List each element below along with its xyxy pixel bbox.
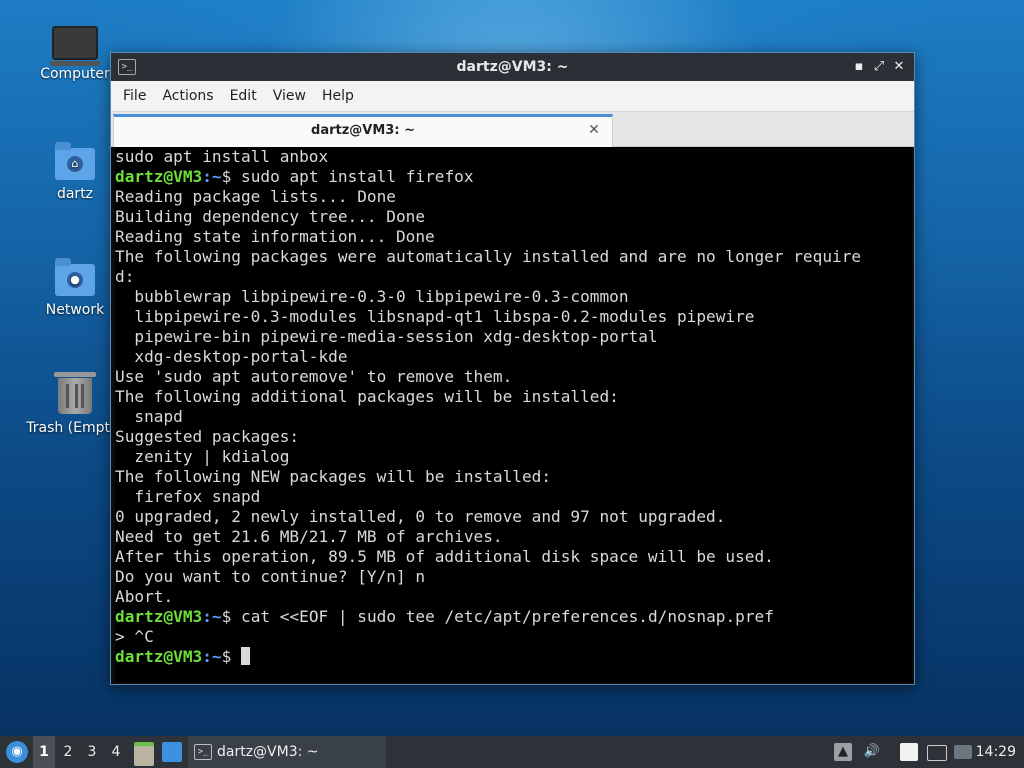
close-button[interactable]: ✕ [890, 58, 908, 76]
terminal-line-text: > ^C [115, 627, 154, 646]
menu-actions[interactable]: Actions [154, 88, 221, 104]
terminal-line-text: Suggested packages: [115, 427, 300, 446]
menu-view[interactable]: View [265, 88, 314, 104]
terminal-line: > ^C [115, 627, 912, 647]
clipboard-icon[interactable] [900, 743, 918, 761]
file-manager-launcher-icon[interactable] [134, 742, 154, 766]
start-menu-icon[interactable]: ◉ [6, 741, 28, 763]
terminal-output[interactable]: sudo apt install anbox dartz@VM3:~$ sudo … [115, 147, 912, 682]
terminal-line: d: [115, 267, 912, 287]
menu-bar: File Actions Edit View Help [111, 81, 914, 112]
workspace-2[interactable]: 2 [57, 736, 79, 768]
workspace-4[interactable]: 4 [105, 736, 127, 768]
terminal-line: Reading state information... Done [115, 227, 912, 247]
terminal-line-text: The following additional packages will b… [115, 387, 619, 406]
terminal-line: Do you want to continue? [Y/n] n [115, 567, 912, 587]
window-title: dartz@VM3: ~ [456, 59, 569, 75]
terminal-line-text: sudo apt install firefox [241, 167, 474, 186]
taskbar-task-label: dartz@VM3: ~ [217, 744, 319, 760]
clock[interactable]: 14:29 [976, 736, 1016, 768]
prompt-symbol: $ [221, 607, 241, 626]
terminal-line: After this operation, 89.5 MB of additio… [115, 547, 912, 567]
workspace-1[interactable]: 1 [33, 736, 55, 768]
terminal-task-icon: >_ [194, 744, 212, 760]
terminal-prompt-line: dartz@VM3:~$ sudo apt install firefox [115, 167, 912, 187]
computer-icon [50, 26, 100, 66]
keyboard-icon[interactable] [927, 745, 947, 761]
terminal-line: Suggested packages: [115, 427, 912, 447]
show-desktop-icon[interactable] [162, 742, 182, 762]
terminal-line-text: Need to get 21.6 MB/21.7 MB of archives. [115, 527, 503, 546]
maximize-button[interactable]: ⤢ [870, 58, 888, 76]
prompt-symbol: $ [221, 647, 241, 666]
terminal-line-text: libpipewire-0.3-modules libsnapd-qt1 lib… [115, 307, 755, 326]
terminal-line: snapd [115, 407, 912, 427]
terminal-window: >_ dartz@VM3: ~ ▪ ⤢ ✕ File Actions Edit … [110, 52, 915, 685]
terminal-line: libpipewire-0.3-modules libsnapd-qt1 lib… [115, 307, 912, 327]
tab-label: dartz@VM3: ~ [311, 123, 415, 138]
prompt-path: :~ [202, 607, 222, 626]
terminal-line-text: Reading state information... Done [115, 227, 435, 246]
terminal-prompt-line: dartz@VM3:~$ [115, 647, 912, 667]
terminal-line: 0 upgraded, 2 newly installed, 0 to remo… [115, 507, 912, 527]
terminal-line-text: firefox snapd [115, 487, 261, 506]
terminal-line-text: d: [115, 267, 135, 286]
terminal-line-text: snapd [115, 407, 183, 426]
terminal-line-text: Building dependency tree... Done [115, 207, 426, 226]
terminal-line: xdg-desktop-portal-kde [115, 347, 912, 367]
terminal-line-text: zenity | kdialog [115, 447, 290, 466]
terminal-line: pipewire-bin pipewire-media-session xdg-… [115, 327, 912, 347]
menu-file[interactable]: File [115, 88, 154, 104]
terminal-line-text: sudo apt install anbox [115, 147, 329, 166]
terminal-line-text: pipewire-bin pipewire-media-session xdg-… [115, 327, 658, 346]
prompt-user: dartz@VM3 [115, 647, 203, 666]
home-folder-icon: ⌂ [55, 142, 95, 180]
tab-bar: dartz@VM3: ~ ✕ [111, 112, 914, 147]
terminal-line-text: 0 upgraded, 2 newly installed, 0 to remo… [115, 507, 726, 526]
menu-help[interactable]: Help [314, 88, 362, 104]
text-cursor [241, 647, 250, 665]
terminal-line: Reading package lists... Done [115, 187, 912, 207]
terminal-line-text: cat <<EOF | sudo tee /etc/apt/preference… [241, 607, 774, 626]
trash-icon [54, 372, 96, 414]
terminal-line: The following NEW packages will be insta… [115, 467, 912, 487]
prompt-user: dartz@VM3 [115, 607, 203, 626]
terminal-line-text: Do you want to continue? [Y/n] n [115, 567, 426, 586]
update-notifier-icon[interactable]: ▲ [834, 743, 852, 761]
terminal-line: firefox snapd [115, 487, 912, 507]
terminal-line: The following packages were automaticall… [115, 247, 912, 267]
prompt-user: dartz@VM3 [115, 167, 203, 186]
tab-close-icon[interactable]: ✕ [586, 122, 602, 138]
network-folder-icon: ● [55, 258, 95, 296]
terminal-line: sudo apt install anbox [115, 147, 912, 167]
menu-edit[interactable]: Edit [222, 88, 265, 104]
workspace-3[interactable]: 3 [81, 736, 103, 768]
terminal-prompt-line: dartz@VM3:~$ cat <<EOF | sudo tee /etc/a… [115, 607, 912, 627]
terminal-line: The following additional packages will b… [115, 387, 912, 407]
network-status-icon[interactable] [954, 745, 972, 759]
terminal-line: Use 'sudo apt autoremove' to remove them… [115, 367, 912, 387]
prompt-path: :~ [202, 647, 222, 666]
terminal-line-text: Abort. [115, 587, 174, 606]
taskbar: ◉ 1 2 3 4 >_ dartz@VM3: ~ ▲ 🔊 14:29 [0, 736, 1024, 768]
terminal-line: zenity | kdialog [115, 447, 912, 467]
prompt-symbol: $ [221, 167, 241, 186]
terminal-line-text: Reading package lists... Done [115, 187, 396, 206]
terminal-line: bubblewrap libpipewire-0.3-0 libpipewire… [115, 287, 912, 307]
terminal-line-text: bubblewrap libpipewire-0.3-0 libpipewire… [115, 287, 629, 306]
terminal-line-text: xdg-desktop-portal-kde [115, 347, 348, 366]
terminal-line-text: Use 'sudo apt autoremove' to remove them… [115, 367, 513, 386]
taskbar-task-terminal[interactable]: >_ dartz@VM3: ~ [188, 736, 386, 768]
terminal-line: Building dependency tree... Done [115, 207, 912, 227]
terminal-line: Abort. [115, 587, 912, 607]
terminal-line-text: After this operation, 89.5 MB of additio… [115, 547, 774, 566]
terminal-line-text: The following packages were automaticall… [115, 247, 862, 266]
window-titlebar[interactable]: >_ dartz@VM3: ~ ▪ ⤢ ✕ [111, 53, 914, 81]
minimize-button[interactable]: ▪ [850, 58, 868, 76]
terminal-line: Need to get 21.6 MB/21.7 MB of archives. [115, 527, 912, 547]
tab-terminal[interactable]: dartz@VM3: ~ ✕ [113, 114, 613, 147]
terminal-line-text: The following NEW packages will be insta… [115, 467, 552, 486]
prompt-path: :~ [202, 167, 222, 186]
volume-icon[interactable]: 🔊 [863, 743, 881, 761]
